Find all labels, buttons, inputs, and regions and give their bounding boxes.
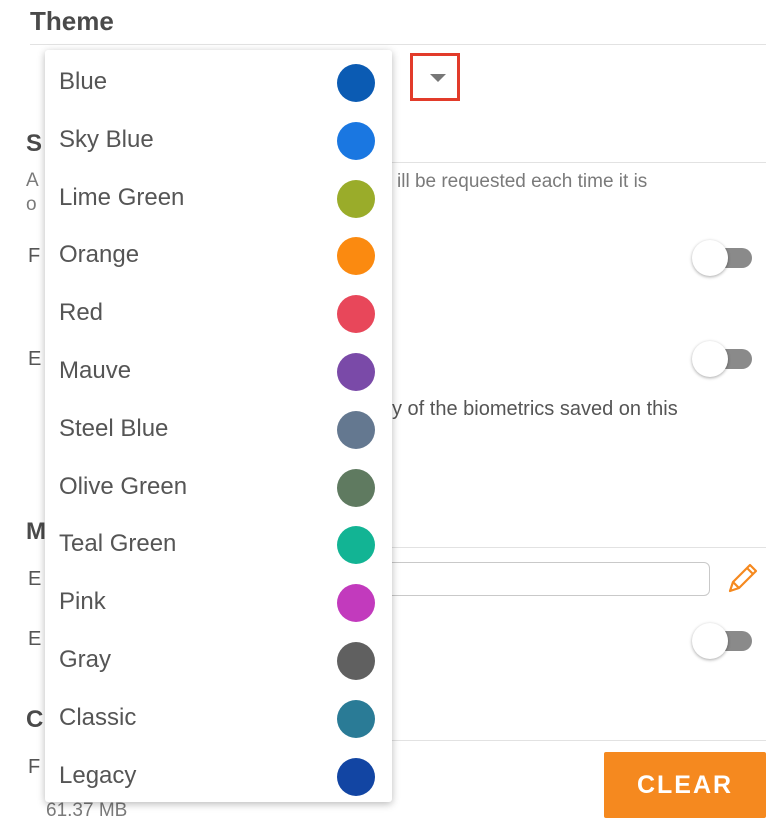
cache-size: 61.37 MB [46, 800, 128, 821]
security-description-line2: o [26, 194, 37, 215]
theme-option-label: Olive Green [59, 472, 188, 500]
theme-option[interactable]: Gray [45, 628, 392, 686]
theme-option-label: Gray [59, 646, 112, 673]
caret-down-icon [430, 74, 446, 82]
theme-option[interactable]: Orange [45, 223, 392, 281]
biometrics-toggle[interactable] [692, 341, 756, 377]
theme-option[interactable]: Legacy [45, 744, 392, 802]
clear-button[interactable]: CLEAR [604, 752, 766, 818]
pencil-icon[interactable] [722, 558, 762, 598]
theme-option-label: Red [59, 299, 104, 327]
m-row1-label: E [28, 568, 42, 590]
theme-option[interactable]: Red [45, 281, 392, 339]
theme-option[interactable]: Blue [45, 50, 392, 108]
m-divider [380, 547, 766, 548]
m-row2-label: E [28, 628, 42, 650]
m-row2-toggle[interactable] [692, 623, 756, 659]
biometrics-setting-label: E [28, 348, 42, 370]
security-section-title: S [26, 130, 43, 157]
theme-option-label: Orange [59, 241, 140, 269]
theme-dropdown-toggle[interactable] [410, 53, 460, 101]
pin-toggle[interactable] [692, 240, 756, 276]
theme-option-label: Mauve [59, 357, 132, 384]
theme-option-label: Sky Blue [59, 125, 154, 153]
theme-option-label: Classic [59, 703, 137, 731]
theme-option[interactable]: Classic [45, 686, 392, 744]
color-swatch-icon [337, 179, 375, 218]
theme-option-label: Pink [59, 588, 106, 616]
color-swatch-icon [337, 526, 375, 565]
security-description-start: A [26, 170, 39, 191]
security-divider [380, 162, 766, 163]
color-swatch-icon [337, 353, 375, 391]
color-swatch-icon [337, 410, 375, 449]
theme-option-label: Steel Blue [59, 414, 169, 442]
color-swatch-icon [337, 642, 375, 680]
color-swatch-icon [337, 468, 375, 507]
color-swatch-icon [337, 699, 375, 738]
theme-option[interactable]: Steel Blue [45, 397, 392, 455]
color-swatch-icon [337, 237, 375, 276]
theme-option-label: Legacy [59, 761, 137, 789]
theme-option[interactable]: Olive Green [45, 455, 392, 513]
theme-divider [30, 44, 766, 45]
m-section-title: M [26, 518, 46, 545]
color-swatch-icon [337, 64, 375, 102]
security-description: ill be requested each time it is [397, 171, 648, 192]
c-row1-label: F [28, 756, 41, 778]
theme-option-label: Blue [59, 68, 108, 95]
theme-option[interactable]: Sky Blue [45, 108, 392, 166]
theme-option[interactable]: Teal Green [45, 512, 392, 570]
pin-setting-label: F [28, 245, 41, 267]
theme-section-title: Theme [30, 6, 114, 36]
color-swatch-icon [337, 584, 375, 623]
theme-option-label: Lime Green [59, 183, 185, 211]
theme-option[interactable]: Lime Green [45, 166, 392, 224]
color-swatch-icon [337, 757, 375, 796]
biometrics-description: y of the biometrics saved on this [392, 398, 678, 420]
c-divider [380, 740, 766, 741]
c-section-title: C [26, 706, 44, 733]
theme-option[interactable]: Mauve [45, 339, 392, 397]
theme-dropdown-menu: Blue Sky Blue Lime Green Orange Red Mauve Stee… [45, 50, 392, 802]
color-swatch-icon [337, 295, 375, 334]
theme-option-label: Teal Green [59, 530, 177, 558]
theme-option[interactable]: Pink [45, 570, 392, 628]
color-swatch-icon [337, 121, 375, 160]
